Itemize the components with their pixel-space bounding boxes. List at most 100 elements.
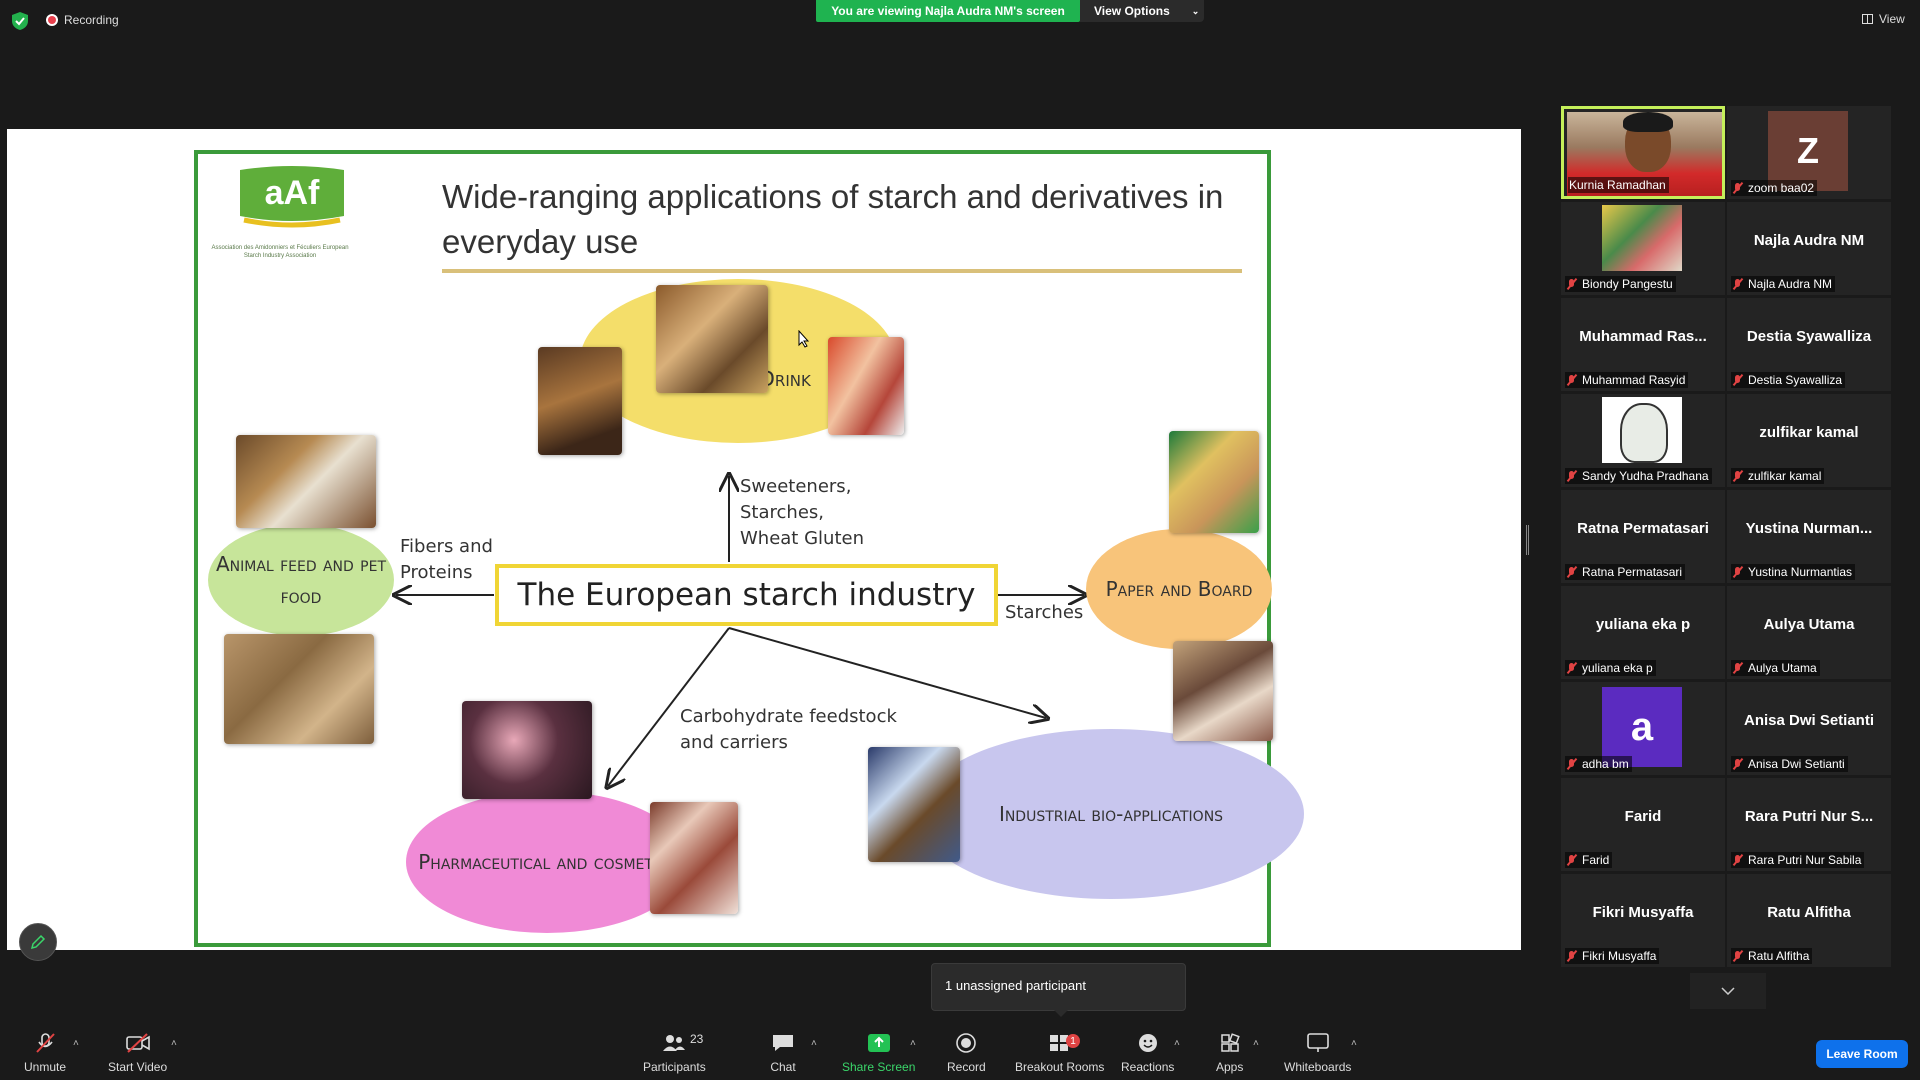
unmute-label: Unmute — [24, 1060, 67, 1074]
slide-title: Wide-ranging applications of starch and … — [442, 178, 1224, 260]
annotate-pen-button[interactable] — [19, 923, 57, 961]
share-screen-icon — [867, 1034, 890, 1052]
participant-display-name: Rara Putri Nur S... — [1744, 808, 1874, 825]
recording-label: Recording — [64, 13, 119, 27]
gallery-scroll-down-button[interactable] — [1690, 973, 1766, 1009]
participant-avatar — [1602, 205, 1682, 271]
participant-tile[interactable]: Aulya Utama Aulya Utama — [1727, 586, 1891, 679]
whiteboards-options-caret-icon[interactable]: ˄ — [1351, 1038, 1361, 1049]
participant-tile[interactable]: Rara Putri Nur S... Rara Putri Nur Sabila — [1727, 778, 1891, 871]
start-video-label: Start Video — [108, 1060, 168, 1074]
participant-name: adha bm — [1582, 757, 1629, 771]
participant-tile[interactable]: Najla Audra NM Najla Audra NM — [1727, 202, 1891, 295]
svg-text:aAf: aAf — [265, 174, 320, 212]
share-screen-label: Share Screen — [842, 1060, 916, 1074]
feed-pellets-photo-image — [224, 634, 374, 744]
record-button[interactable]: Record — [947, 1032, 986, 1074]
participant-name-label: Anisa Dwi Setianti — [1731, 756, 1848, 772]
view-options-button[interactable]: View Options ⌄ — [1080, 0, 1204, 22]
food-photo-image — [656, 285, 768, 393]
participant-tile[interactable]: Destia Syawalliza Destia Syawalliza — [1727, 298, 1891, 391]
participant-tile[interactable]: Sandy Yudha Pradhana — [1561, 394, 1725, 487]
record-icon — [956, 1033, 977, 1053]
pills-photo-image — [650, 802, 738, 914]
chat-button[interactable]: Chat — [770, 1032, 796, 1074]
participant-name-label: Destia Syawalliza — [1731, 372, 1846, 388]
participant-name: Najla Audra NM — [1748, 277, 1833, 291]
participant-tile[interactable]: Anisa Dwi Setianti Anisa Dwi Setianti — [1727, 682, 1891, 775]
chat-options-caret-icon[interactable]: ˄ — [811, 1038, 821, 1049]
node-animal-feed: Animal feed and pet food — [208, 524, 394, 636]
start-video-button[interactable]: Start Video — [108, 1032, 167, 1074]
participant-name-label: Kurnia Ramadhan — [1568, 177, 1669, 193]
presentation-slide: aAf Association des Amidonniers et Fécul… — [194, 150, 1304, 947]
breakout-rooms-badge: 1 — [1066, 1034, 1080, 1048]
participant-tile[interactable]: Muhammad Ras... Muhammad Rasyid — [1561, 298, 1725, 391]
muted-microphone-icon — [1566, 758, 1578, 770]
whiteboard-icon — [1306, 1033, 1329, 1052]
participant-name: zoom baa02 — [1748, 181, 1815, 195]
video-options-caret-icon[interactable]: ˄ — [171, 1038, 181, 1049]
participant-name: Rara Putri Nur Sabila — [1748, 853, 1862, 867]
reactions-smiley-icon — [1138, 1034, 1157, 1052]
participant-display-name: Anisa Dwi Setianti — [1743, 712, 1875, 729]
apps-button[interactable]: Apps — [1216, 1032, 1243, 1074]
audio-options-caret-icon[interactable]: ˄ — [73, 1038, 83, 1049]
muted-microphone-icon — [1566, 470, 1578, 482]
participants-icon — [663, 1035, 686, 1051]
leave-room-button[interactable]: Leave Room — [1816, 1040, 1908, 1068]
participants-label: Participants — [643, 1060, 706, 1074]
recording-dot-icon — [46, 14, 58, 26]
participant-name-label: Aulya Utama — [1731, 660, 1820, 676]
participant-name-label: Ratna Permatasari — [1565, 564, 1686, 580]
participant-name: Aulya Utama — [1748, 661, 1817, 675]
recording-indicator[interactable]: Recording — [46, 13, 119, 27]
view-button[interactable]: View — [1862, 12, 1905, 26]
participant-tile[interactable]: Biondy Pangestu — [1561, 202, 1725, 295]
cardboard-photo-image — [1173, 641, 1273, 741]
participant-tile[interactable]: zulfikar kamal zulfikar kamal — [1727, 394, 1891, 487]
muted-microphone-icon — [1732, 470, 1744, 482]
reactions-button[interactable]: Reactions — [1121, 1032, 1174, 1074]
participant-name: Farid — [1582, 853, 1610, 867]
cosmetics-photo-image — [462, 701, 592, 799]
whiteboards-button[interactable]: Whiteboards — [1284, 1032, 1351, 1074]
participant-name: Ratu Alfitha — [1748, 949, 1810, 963]
breakout-rooms-label: Breakout Rooms — [1015, 1060, 1105, 1074]
participant-name-label: Biondy Pangestu — [1565, 276, 1676, 292]
unmute-button[interactable]: Unmute — [24, 1032, 66, 1074]
participant-name-label: Sandy Yudha Pradhana — [1565, 468, 1712, 484]
participant-tile[interactable]: Farid Farid — [1561, 778, 1725, 871]
encryption-shield-icon[interactable] — [12, 12, 28, 30]
resize-divider-handle[interactable] — [1526, 525, 1529, 555]
screen-share-banner: You are viewing Najla Audra NM's screen — [816, 0, 1080, 22]
video-camera-off-icon — [125, 1033, 150, 1053]
view-options-label: View Options — [1094, 4, 1170, 18]
participant-tile[interactable]: Fikri Musyaffa Fikri Musyaffa — [1561, 874, 1725, 967]
label-fibers: Fibers and Proteins — [400, 536, 493, 583]
participant-name: Anisa Dwi Setianti — [1748, 757, 1845, 771]
participant-name-label: zoom baa02 — [1731, 180, 1818, 196]
participant-tile[interactable]: yuliana eka p yuliana eka p — [1561, 586, 1725, 679]
participant-tile[interactable]: Kurnia Ramadhan — [1561, 106, 1725, 199]
aaf-logo: aAf — [240, 166, 344, 228]
reactions-options-caret-icon[interactable]: ˄ — [1174, 1038, 1184, 1049]
participant-display-name: zulfikar kamal — [1759, 424, 1859, 441]
apps-options-caret-icon[interactable]: ˄ — [1253, 1038, 1263, 1049]
microphone-muted-icon — [36, 1033, 55, 1053]
apps-label: Apps — [1216, 1060, 1244, 1074]
share-options-caret-icon[interactable]: ˄ — [910, 1038, 920, 1049]
breakout-rooms-button[interactable]: Breakout Rooms — [1015, 1032, 1104, 1074]
share-screen-button[interactable]: Share Screen — [842, 1032, 915, 1074]
zoom-meeting-window: Recording You are viewing Najla Audra NM… — [0, 0, 1920, 1080]
participant-gallery: Kurnia Ramadhan Zzoom baa02 Biondy Pangest… — [1561, 106, 1891, 970]
participants-count: 23 — [690, 1032, 704, 1046]
pencil-icon — [30, 934, 46, 950]
participant-tile[interactable]: Ratu Alfitha Ratu Alfitha — [1727, 874, 1891, 967]
participant-tile[interactable]: a adha bm — [1561, 682, 1725, 775]
mouse-cursor-icon — [798, 330, 810, 348]
participant-name-label: yuliana eka p — [1565, 660, 1656, 676]
participant-tile[interactable]: Zzoom baa02 — [1727, 106, 1891, 199]
participant-tile[interactable]: Yustina Nurman... Yustina Nurmantias — [1727, 490, 1891, 583]
participant-tile[interactable]: Ratna Permatasari Ratna Permatasari — [1561, 490, 1725, 583]
